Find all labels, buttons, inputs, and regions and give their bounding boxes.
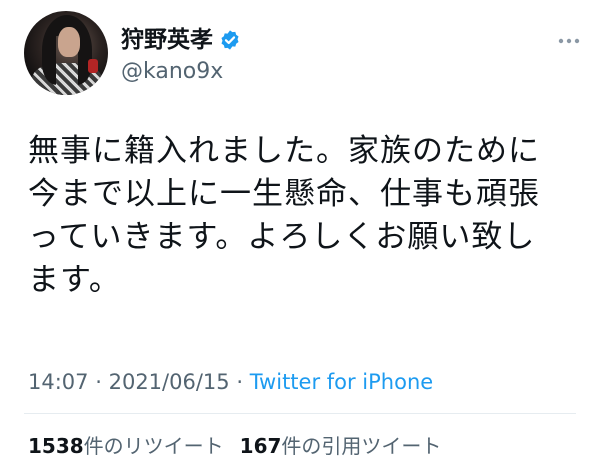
tweet-text: 無事に籍入れました。家族のために 今まで以上に一生懸命、仕事も頑張 っていきます… [28,133,540,298]
avatar[interactable] [24,11,108,95]
more-horizontal-icon[interactable] [558,28,580,49]
meta-separator: · [95,370,102,394]
handle[interactable]: @kano9x [121,58,223,86]
display-name[interactable]: 狩野英孝 [121,25,213,55]
divider [24,413,576,414]
tweet-time[interactable]: 14:07 [28,370,89,394]
tweet-meta: 14:07 · 2021/06/15 · Twitter for iPhone [28,368,433,396]
quotes-stat[interactable]: 167件の引用ツイート [240,432,442,460]
tweet-source-link[interactable]: Twitter for iPhone [250,370,434,394]
quotes-count: 167 [239,434,282,458]
verified-badge-icon [219,29,241,51]
tweet-date[interactable]: 2021/06/15 [109,370,230,394]
quotes-label: 件の引用ツイート [281,434,442,458]
display-name-row[interactable]: 狩野英孝 [121,25,241,55]
retweets-label: 件のリツイート [83,434,224,458]
retweets-stat[interactable]: 1538件のリツイート [28,432,224,460]
tweet-stats: 1538件のリツイート 167件の引用ツイート [28,432,441,460]
meta-separator: · [236,370,244,394]
retweets-count: 1538 [28,434,84,458]
